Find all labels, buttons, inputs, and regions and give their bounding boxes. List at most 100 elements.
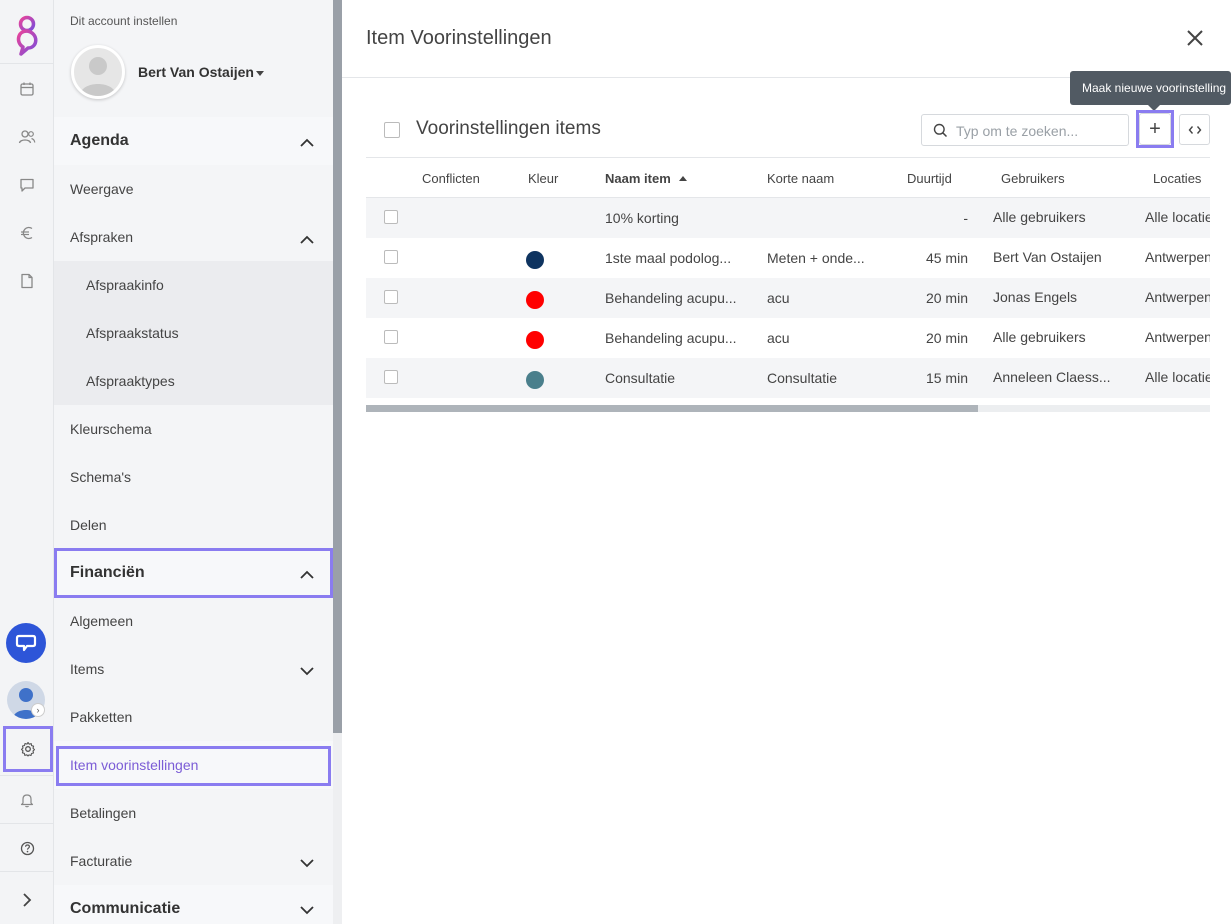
sidebar-item-items[interactable]: Items (54, 645, 334, 693)
search-icon (933, 123, 948, 143)
avatar-expand-icon[interactable]: › (31, 703, 45, 717)
cell-duurtijd: 20 min (925, 290, 968, 306)
item-voorinstellingen-highlight (56, 746, 331, 786)
color-dot (526, 371, 544, 389)
sidebar-item-label: Facturatie (70, 853, 133, 869)
users-icon[interactable] (0, 113, 54, 161)
table-row[interactable]: Behandeling acupu... acu 20 min Jonas En… (366, 278, 1210, 318)
calendar-icon[interactable] (0, 65, 54, 113)
section-agenda-label: Agenda (70, 132, 129, 149)
code-icon[interactable] (1179, 114, 1210, 145)
cell-duurtijd: 20 min (925, 330, 968, 346)
cell-korte-naam: Consultatie (767, 370, 838, 386)
sidebar-item-label: Delen (70, 517, 107, 533)
sidebar-item-afspraken[interactable]: Afspraken (54, 213, 334, 261)
search-field (921, 114, 1129, 146)
col-gebruikers[interactable]: Gebruikers (1001, 171, 1065, 186)
cell-korte-naam: acu (767, 290, 790, 306)
page-title: Item Voorinstellingen (366, 27, 552, 49)
row-checkbox[interactable] (384, 250, 398, 264)
sidebar-item-facturatie[interactable]: Facturatie (54, 837, 334, 885)
color-dot (526, 331, 544, 349)
sidebar-item-betalingen[interactable]: Betalingen (54, 789, 334, 837)
sidebar-scrollbar[interactable] (333, 0, 342, 733)
help-icon[interactable] (0, 824, 54, 872)
sidebar-item-label: Weergave (70, 181, 134, 197)
sidebar-item-weergave[interactable]: Weergave (54, 165, 334, 213)
presets-table: Conflicten Kleur Naam item Korte naam Du… (366, 157, 1210, 413)
chevron-down-icon (300, 902, 314, 920)
col-locaties[interactable]: Locaties (1153, 171, 1201, 186)
financien-highlight (54, 548, 333, 598)
cell-locaties: Alle locaties (1145, 369, 1210, 385)
account-avatar[interactable] (71, 45, 125, 99)
close-icon[interactable] (1185, 28, 1205, 53)
sidebar-item-label: Items (70, 661, 105, 677)
section-communicatie-label: Communicatie (70, 900, 181, 917)
tooltip: Maak nieuwe voorinstelling (1070, 71, 1231, 105)
row-checkbox[interactable] (384, 210, 398, 224)
expand-icon[interactable] (0, 876, 54, 924)
table-row[interactable]: Behandeling acupu... acu 20 min Alle geb… (366, 318, 1210, 358)
cell-naam: Behandeling acupu... (605, 330, 737, 346)
cell-korte-naam: acu (767, 330, 790, 346)
chevron-up-icon (300, 134, 314, 152)
cell-locaties: Antwerpen (1145, 329, 1210, 345)
row-checkbox[interactable] (384, 370, 398, 384)
col-naam[interactable]: Naam item (605, 171, 687, 186)
sidebar-item-afspraakinfo[interactable]: Afspraakinfo (54, 261, 334, 309)
logo-icon[interactable] (0, 0, 54, 64)
chevron-down-icon (300, 663, 314, 679)
sidebar-item-afspraakstatus[interactable]: Afspraakstatus (54, 309, 334, 357)
cell-gebruikers: Anneleen Claess... (993, 369, 1111, 385)
chat-bubble-icon[interactable] (6, 623, 46, 663)
col-korte-naam[interactable]: Korte naam (767, 171, 834, 186)
select-all-checkbox[interactable] (384, 122, 400, 138)
sidebar-item-pakketten[interactable]: Pakketten (54, 693, 334, 741)
color-dot (526, 251, 544, 269)
sidebar-item-kleurschema[interactable]: Kleurschema (54, 405, 334, 453)
col-duurtijd[interactable]: Duurtijd (907, 171, 952, 186)
caret-down-icon[interactable] (256, 71, 264, 76)
sidebar-item-algemeen[interactable]: Algemeen (54, 597, 334, 645)
cell-naam: 1ste maal podolog... (605, 250, 732, 266)
table-row[interactable]: Consultatie Consultatie 15 min Anneleen … (366, 358, 1210, 398)
cell-locaties: Alle locaties (1145, 209, 1210, 225)
cell-duurtijd: 45 min (925, 250, 968, 266)
row-checkbox[interactable] (384, 290, 398, 304)
table-title: Voorinstellingen items (416, 118, 601, 139)
cell-gebruikers: Alle gebruikers (993, 329, 1086, 345)
document-icon[interactable] (0, 257, 54, 305)
cell-gebruikers: Jonas Engels (993, 289, 1078, 305)
cell-naam: Consultatie (605, 370, 676, 386)
account-name[interactable]: Bert Van Ostaijen (138, 64, 254, 80)
sidebar-item-schemas[interactable]: Schema's (54, 453, 334, 501)
search-input[interactable] (956, 121, 1121, 141)
row-checkbox[interactable] (384, 330, 398, 344)
sidebar-item-delen[interactable]: Delen (54, 501, 334, 549)
table-row[interactable]: 10% korting - Alle gebruikers Alle locat… (366, 198, 1210, 238)
col-kleur[interactable]: Kleur (528, 171, 558, 186)
sidebar-item-afspraaktypes[interactable]: Afspraaktypes (54, 357, 334, 405)
color-dot (526, 291, 544, 309)
col-naam-label: Naam item (605, 171, 671, 186)
table-row[interactable]: 1ste maal podolog... Meten + onde... 45 … (366, 238, 1210, 278)
col-conflicten[interactable]: Conflicten (422, 171, 480, 186)
account-setup-label: Dit account instellen (70, 14, 178, 28)
bell-icon[interactable] (0, 776, 54, 824)
section-agenda[interactable]: Agenda (54, 117, 334, 165)
cell-gebruikers: Alle gebruikers (993, 209, 1086, 225)
sidebar-item-label: Afspraken (70, 229, 134, 245)
chat-icon[interactable] (0, 161, 54, 209)
euro-icon[interactable] (0, 209, 54, 257)
add-preset-button[interactable]: + (1139, 113, 1171, 145)
gear-icon[interactable] (3, 726, 53, 772)
sidebar-item-label: Pakketten (70, 709, 133, 725)
main-panel: Item Voorinstellingen Maak nieuwe voorin… (342, 0, 1231, 924)
cell-naam: Behandeling acupu... (605, 290, 737, 306)
cell-duurtijd: - (963, 210, 968, 226)
sidebar-item-label: Afspraaktypes (86, 373, 175, 389)
table-hscroll-thumb[interactable] (366, 405, 978, 412)
section-communicatie[interactable]: Communicatie (54, 885, 334, 924)
chevron-up-icon (300, 231, 314, 247)
